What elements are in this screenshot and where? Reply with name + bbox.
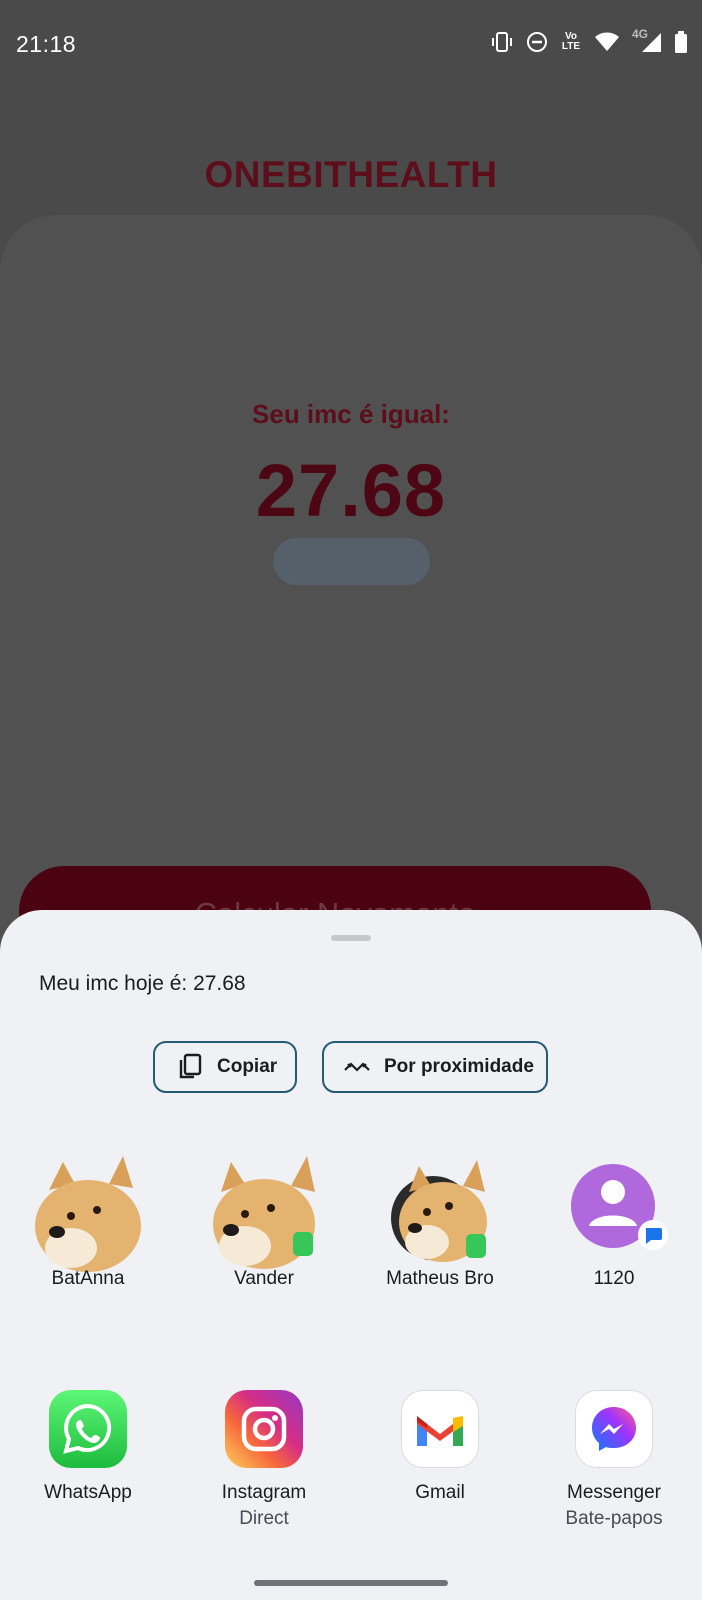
share-sheet: Meu imc hoje é: 27.68 Copiar Por proximi… <box>0 910 702 1600</box>
whatsapp-badge-icon <box>293 1232 313 1256</box>
shared-text-preview: Meu imc hoje é: 27.68 <box>39 972 246 995</box>
status-clock: 21:18 <box>16 31 77 57</box>
contact-name: Matheus Bro <box>386 1268 494 1289</box>
vibrate-icon <box>490 30 514 54</box>
whatsapp-badge-icon <box>466 1234 486 1258</box>
drag-handle[interactable] <box>331 935 371 941</box>
app-title: ONEBITHEALTH <box>204 154 498 195</box>
network-type-label: 4G <box>632 27 649 41</box>
contact-1120[interactable]: 1120 <box>526 1148 702 1308</box>
gmail-icon <box>401 1390 479 1468</box>
instagram-icon <box>225 1390 303 1468</box>
app-targets-row: WhatsApp Instagram Direct Gmail Messenge… <box>0 1390 702 1550</box>
person-avatar-icon <box>559 1148 669 1280</box>
app-instagram-direct[interactable]: Instagram Direct <box>176 1390 352 1550</box>
contact-matheus-bro[interactable]: Matheus Bro <box>352 1148 528 1308</box>
app-messenger[interactable]: Messenger Bate-papos <box>526 1390 702 1550</box>
status-icons: Vo LTE 4G <box>490 27 688 54</box>
direct-share-row: BatAnna Vander Matheus Bro 1120 <box>0 1148 702 1308</box>
contact-vander[interactable]: Vander <box>176 1148 352 1308</box>
doge-avatar <box>209 1148 319 1280</box>
messages-badge-icon <box>638 1220 668 1250</box>
nearby-share-label: Por proximidade <box>384 1056 534 1077</box>
doge-avatar <box>33 1148 143 1280</box>
nearby-share-icon <box>344 1057 370 1077</box>
app-whatsapp[interactable]: WhatsApp <box>0 1390 176 1550</box>
contact-batanna[interactable]: BatAnna <box>0 1148 176 1308</box>
app-name: Instagram <box>221 1482 307 1503</box>
copy-button[interactable]: Copiar <box>153 1041 297 1093</box>
nearby-share-button[interactable]: Por proximidade <box>322 1041 548 1093</box>
app-subtitle: Bate-papos <box>565 1508 663 1529</box>
battery-icon <box>674 31 688 53</box>
4g-signal-icon: 4G <box>632 27 662 53</box>
app-name: Messenger <box>567 1482 661 1503</box>
whatsapp-icon <box>49 1390 127 1468</box>
contact-name: BatAnna <box>51 1268 125 1289</box>
imc-value: 27.68 <box>255 449 447 532</box>
app-name: Gmail <box>415 1482 465 1503</box>
share-button[interactable] <box>273 538 430 585</box>
contact-name: 1120 <box>593 1268 635 1289</box>
copy-button-label: Copiar <box>217 1056 278 1077</box>
app-gmail[interactable]: Gmail <box>352 1390 528 1550</box>
doge-avatar <box>385 1148 495 1280</box>
app-subtitle: Direct <box>239 1508 289 1529</box>
messenger-icon <box>575 1390 653 1468</box>
copy-icon <box>177 1053 203 1081</box>
volte-icon: Vo LTE <box>561 31 581 52</box>
status-bar: 21:18 Vo LTE 4G <box>0 0 702 88</box>
imc-label: Seu imc é igual: <box>252 399 450 429</box>
contact-name: Vander <box>234 1268 294 1289</box>
app-name: WhatsApp <box>44 1482 132 1503</box>
gesture-navigation-bar[interactable] <box>254 1580 448 1586</box>
wifi-icon <box>594 32 620 52</box>
do-not-disturb-icon <box>526 31 548 53</box>
